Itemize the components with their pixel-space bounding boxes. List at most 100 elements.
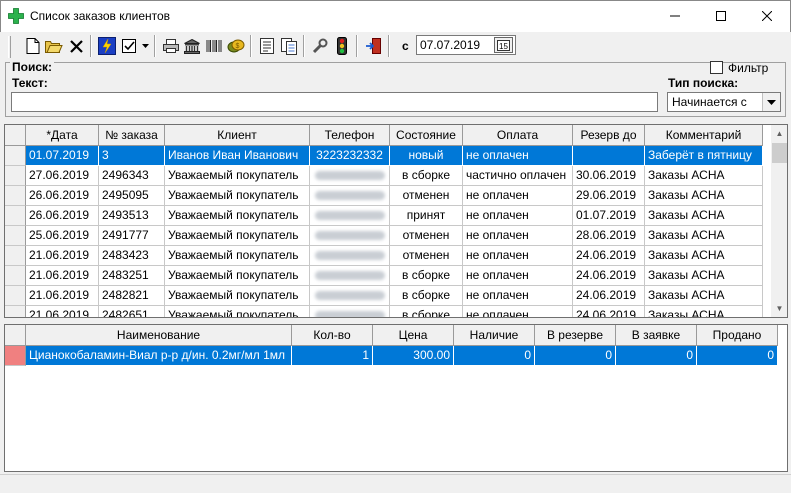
toolbar-separator — [388, 35, 390, 57]
items-header-qty[interactable]: Кол-во — [292, 325, 373, 346]
search-type-dropdown-button[interactable] — [762, 93, 780, 111]
minimize-button[interactable] — [652, 1, 697, 30]
status-bar — [0, 474, 791, 493]
copy-document-button[interactable] — [278, 35, 300, 57]
cell-reserve: 24.06.2019 — [573, 306, 645, 317]
toolbar-separator — [250, 35, 252, 57]
table-row[interactable]: 26.06.2019 2495095 Уважаемый покупатель отм… — [5, 186, 763, 206]
items-header-price[interactable]: Цена — [373, 325, 454, 346]
items-header-name[interactable]: Наименование — [26, 325, 292, 346]
calendar-icon: 15 — [497, 39, 510, 51]
cell-client: Уважаемый покупатель — [165, 186, 310, 206]
row-indicator[interactable] — [5, 266, 26, 286]
cell-reserve: 24.06.2019 — [573, 286, 645, 306]
items-header-sold[interactable]: Продано — [697, 325, 778, 346]
row-indicator[interactable] — [5, 286, 26, 306]
orders-header-state[interactable]: Состояние — [390, 125, 463, 146]
orders-vertical-scrollbar[interactable]: ▲ ▼ — [771, 125, 787, 317]
items-header-ordered[interactable]: В заявке — [616, 325, 697, 346]
chevron-down-icon — [767, 99, 776, 105]
calendar-button[interactable]: 15 — [494, 37, 513, 53]
lightning-button[interactable] — [96, 35, 118, 57]
cell-reserve: 30.06.2019 — [573, 166, 645, 186]
row-indicator[interactable] — [5, 226, 26, 246]
settings-button[interactable] — [309, 35, 331, 57]
cell-client: Уважаемый покупатель — [165, 286, 310, 306]
row-indicator[interactable] — [5, 166, 26, 186]
traffic-light-icon — [337, 37, 347, 55]
money-button[interactable]: $ — [225, 35, 247, 57]
search-text-label: Текст: — [12, 76, 48, 90]
orders-header-date[interactable]: *Дата — [26, 125, 99, 146]
maximize-button[interactable] — [698, 1, 743, 30]
scroll-up-arrow-icon[interactable]: ▲ — [771, 125, 787, 142]
redacted-phone — [314, 251, 385, 260]
cell-client: Уважаемый покупатель — [165, 206, 310, 226]
cell-state: новый — [390, 146, 463, 166]
traffic-light-button[interactable] — [331, 35, 353, 57]
row-indicator[interactable] — [5, 346, 26, 366]
cell-ordered: 0 — [616, 346, 697, 366]
orders-header-payment[interactable]: Оплата — [463, 125, 573, 146]
cell-state: в сборке — [390, 306, 463, 317]
scroll-down-arrow-icon[interactable]: ▼ — [771, 300, 787, 317]
table-row[interactable]: 21.06.2019 2483251 Уважаемый покупатель в с… — [5, 266, 763, 286]
cell-client: Уважаемый покупатель — [165, 246, 310, 266]
toolbar-separator — [90, 35, 92, 57]
lightning-icon — [98, 37, 116, 55]
table-row[interactable]: 25.06.2019 2491777 Уважаемый покупатель отм… — [5, 226, 763, 246]
orders-header-client[interactable]: Клиент — [165, 125, 310, 146]
search-section-label: Поиск: — [10, 60, 55, 74]
new-document-icon — [26, 38, 40, 54]
row-indicator[interactable] — [5, 246, 26, 266]
table-row[interactable]: Цианокобаламин-Виал р-р д/ин. 0.2мг/мл 1… — [5, 346, 778, 366]
orders-header-phone[interactable]: Телефон — [310, 125, 390, 146]
barcode-button[interactable] — [203, 35, 225, 57]
new-document-button[interactable] — [22, 35, 44, 57]
table-row[interactable]: 27.06.2019 2496343 Уважаемый покупатель в с… — [5, 166, 763, 186]
orders-header-number[interactable]: № заказа — [99, 125, 165, 146]
table-row[interactable]: 01.07.2019 3 Иванов Иван Иванович 322323233… — [5, 146, 763, 166]
close-button[interactable] — [744, 1, 789, 30]
bank-button[interactable] — [181, 35, 203, 57]
cell-sold: 0 — [697, 346, 778, 366]
scroll-thumb[interactable] — [772, 143, 787, 163]
report-button[interactable] — [256, 35, 278, 57]
cell-num: 2491777 — [99, 226, 165, 246]
open-folder-button[interactable] — [43, 35, 65, 57]
cell-reserve — [573, 146, 645, 166]
items-header-stock[interactable]: Наличие — [454, 325, 535, 346]
print-button[interactable] — [160, 35, 182, 57]
orders-header-reserve[interactable]: Резерв до — [573, 125, 645, 146]
row-indicator[interactable] — [5, 206, 26, 226]
check-dropdown-button[interactable] — [120, 35, 152, 57]
open-folder-icon — [45, 41, 63, 53]
cell-reserve: 24.06.2019 — [573, 266, 645, 286]
delete-x-icon — [69, 39, 83, 53]
toolbar-grip — [8, 36, 11, 58]
search-input[interactable] — [11, 92, 658, 112]
exit-button[interactable] — [362, 35, 384, 57]
cell-price: 300.00 — [373, 346, 454, 366]
table-row[interactable]: 21.06.2019 2482821 Уважаемый покупатель в с… — [5, 286, 763, 306]
orders-header-comment[interactable]: Комментарий — [645, 125, 763, 146]
delete-button[interactable] — [65, 35, 87, 57]
table-row[interactable]: 26.06.2019 2493513 Уважаемый покупатель при… — [5, 206, 763, 226]
items-header-reserved[interactable]: В резерве — [535, 325, 616, 346]
row-indicator[interactable] — [5, 186, 26, 206]
row-indicator[interactable] — [5, 306, 26, 317]
row-indicator[interactable] — [5, 146, 26, 166]
cell-phone — [310, 246, 390, 266]
cell-num: 2493513 — [99, 206, 165, 226]
table-row[interactable]: 21.06.2019 2482651 Уважаемый покупатель в с… — [5, 306, 763, 317]
cell-comment: Заказы АСНА — [645, 186, 763, 206]
cell-reserve: 01.07.2019 — [573, 206, 645, 226]
wrench-icon — [312, 38, 328, 54]
table-row[interactable]: 21.06.2019 2483423 Уважаемый покупатель отм… — [5, 246, 763, 266]
filter-checkbox[interactable] — [710, 61, 723, 74]
printer-icon — [163, 39, 179, 53]
orders-table[interactable]: *Дата № заказа Клиент Телефон Состояние … — [4, 124, 788, 318]
cell-phone — [310, 186, 390, 206]
cell-date: 21.06.2019 — [26, 286, 99, 306]
order-items-table[interactable]: Наименование Кол-во Цена Наличие В резер… — [4, 324, 788, 472]
